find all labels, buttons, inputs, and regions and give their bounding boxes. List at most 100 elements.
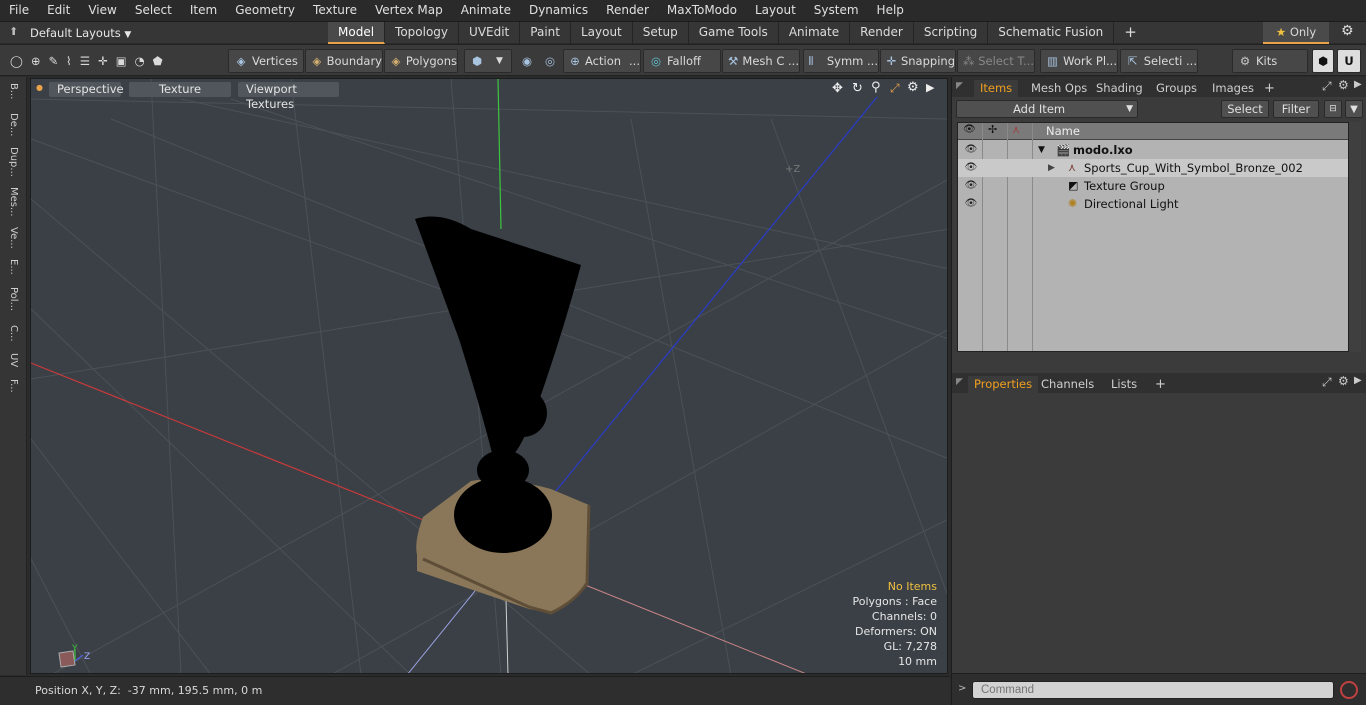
panel-settings-gear-icon[interactable]: ⚙ [1338,374,1349,388]
symmetry-button[interactable]: ⫴ Symm ... [803,49,879,73]
viewport-dot-icon[interactable]: ● [36,83,43,92]
tab-lists[interactable]: Lists [1105,376,1143,393]
wire-sphere-icon[interactable]: ◎ [542,54,558,68]
work-plane-button[interactable]: ▥ Work Pl... [1040,49,1118,73]
menu-animate[interactable]: Animate [452,0,520,21]
tab-setup[interactable]: Setup [633,22,689,44]
rotate-view-icon[interactable]: ↻ [852,81,863,96]
menu-file[interactable]: File [0,0,38,21]
tab-shading[interactable]: Shading [1090,80,1149,97]
tab-topology[interactable]: Topology [385,22,460,44]
left-tab-deform[interactable]: De... [4,113,22,143]
tree-row-mesh[interactable]: 👁 ▶ ⋏ Sports_Cup_With_Symbol_Bronze_002 [958,159,1348,177]
polygons-button[interactable]: ◈ Polygons [384,49,458,73]
settings-gear-icon[interactable]: ⚙ [1341,23,1354,39]
tab-game-tools[interactable]: Game Tools [689,22,779,44]
tab-images[interactable]: Images [1206,80,1260,97]
viewport-menu-arrow-icon[interactable]: ▶ [926,81,934,94]
tab-model[interactable]: Model [328,22,386,44]
collapse-arrow-icon[interactable]: ▼ [1038,141,1045,159]
tab-mesh-ops[interactable]: Mesh Ops [1025,80,1093,97]
left-tab-basic[interactable]: B... [4,83,22,109]
visibility-column-eye-icon[interactable]: 👁 [963,124,976,135]
tab-scripting[interactable]: Scripting [914,22,989,44]
unreal-logo-icon[interactable]: U [1337,49,1361,73]
panel-settings-gear-icon[interactable]: ⚙ [1338,78,1349,92]
expand-panel-icon[interactable]: ⤢ [1322,375,1332,390]
tab-paint[interactable]: Paint [520,22,571,44]
menu-geometry[interactable]: Geometry [226,0,304,21]
mesh-constraint-button[interactable]: ⚒ Mesh C ... [722,49,800,73]
only-toggle[interactable]: ★ Only [1263,22,1329,44]
panel-menu-arrow-icon[interactable]: ▶ [1354,79,1362,90]
collapse-icon[interactable]: ⊟ [1324,100,1342,118]
zoom-view-icon[interactable]: ⚲ [871,80,881,95]
select-through-button[interactable]: ⁂ Select T... [957,49,1035,73]
add-properties-tab-button[interactable]: + [1149,376,1172,393]
left-tab-vertex[interactable]: Ve... [4,227,22,255]
filter-button[interactable]: Filter [1273,100,1319,118]
viewport-settings-gear-icon[interactable]: ⚙ [907,80,919,95]
item-mode-button[interactable]: ⬢ ▼ [464,49,512,73]
menu-view[interactable]: View [79,0,125,21]
lock-column-icon[interactable]: ✢ [988,123,997,136]
frame-icon[interactable]: ▣ [116,54,127,68]
action-center-button[interactable]: ⊕ Action... [563,49,641,73]
left-tab-fusion[interactable]: F... [4,379,22,405]
falloff-button[interactable]: ◎ Falloff [643,49,721,73]
menu-dynamics[interactable]: Dynamics [520,0,597,21]
boundary-button[interactable]: ◈ Boundary [305,49,383,73]
left-tab-polygon[interactable]: Pol... [4,287,22,321]
snapping-button[interactable]: ✛ Snapping [880,49,956,73]
expand-panel-icon[interactable]: ⤢ [1322,79,1332,94]
record-macro-icon[interactable] [1340,681,1358,699]
tab-groups[interactable]: Groups [1150,80,1203,97]
add-panel-tab-button[interactable]: + [1258,80,1281,97]
selection-sets-button[interactable]: ⇱ Selecti ... [1120,49,1198,73]
tab-items[interactable]: Items [974,80,1019,97]
kits-button[interactable]: ⚙ Kits [1232,49,1308,73]
shield-icon[interactable]: ⬟ [153,54,163,68]
tab-animate[interactable]: Animate [779,22,851,44]
select-button[interactable]: Select [1221,100,1269,118]
menu-help[interactable]: Help [868,0,913,21]
tab-channels[interactable]: Channels [1035,376,1100,393]
brush-icon[interactable]: ⌇ [66,54,72,68]
tree-row-texture-group[interactable]: 👁 ◩ Texture Group [958,177,1348,195]
menu-edit[interactable]: Edit [38,0,79,21]
visibility-eye-icon[interactable]: 👁 [963,177,979,195]
tab-properties[interactable]: Properties [968,376,1039,393]
menu-select[interactable]: Select [126,0,181,21]
tab-layout[interactable]: Layout [571,22,633,44]
name-column-header[interactable]: Name [1046,124,1080,138]
viewport-textures-button[interactable]: Viewport Textures [238,82,339,111]
panel-menu-arrow-icon[interactable]: ▶ [1354,375,1362,386]
left-tab-curve[interactable]: C... [4,325,22,349]
3d-viewport[interactable]: ● Perspective Texture Viewport Textures … [30,78,948,674]
funnel-filter-icon[interactable]: ▼ [1345,100,1363,118]
tab-uvedit[interactable]: UVEdit [459,22,521,44]
add-tab-button[interactable]: + [1114,22,1147,44]
menu-item[interactable]: Item [181,0,226,21]
left-tab-duplicate[interactable]: Dup... [4,147,22,183]
move-view-icon[interactable]: ✥ [832,81,843,96]
timer-icon[interactable]: ◔ [135,54,145,68]
left-tab-uv[interactable]: UV [4,353,22,375]
type-column-icon[interactable]: ⋏ [1012,123,1020,136]
tree-scrollbar[interactable] [1349,122,1361,352]
visibility-eye-icon[interactable]: 👁 [963,159,979,177]
menu-system[interactable]: System [805,0,868,21]
vertices-button[interactable]: ◈ Vertices [228,49,304,73]
maximize-view-icon[interactable]: ⤢ [890,81,900,96]
command-input[interactable] [972,681,1334,699]
add-item-button[interactable]: Add Item ▼ [956,100,1138,118]
tree-row-scene[interactable]: 👁 ▼ 🎬 modo.lxo [958,141,1348,159]
left-tab-mesh[interactable]: Mes... [4,187,22,223]
circle-select-icon[interactable]: ◯ [10,54,23,68]
expand-arrow-icon[interactable]: ▶ [1048,159,1055,177]
panel-grip-icon[interactable]: ◤ [956,377,963,387]
modo-cube-icon[interactable]: ⬢ [1312,49,1334,73]
menu-texture[interactable]: Texture [304,0,366,21]
shaded-sphere-icon[interactable]: ◉ [519,54,535,68]
align-icon[interactable]: ☰ [80,54,90,68]
